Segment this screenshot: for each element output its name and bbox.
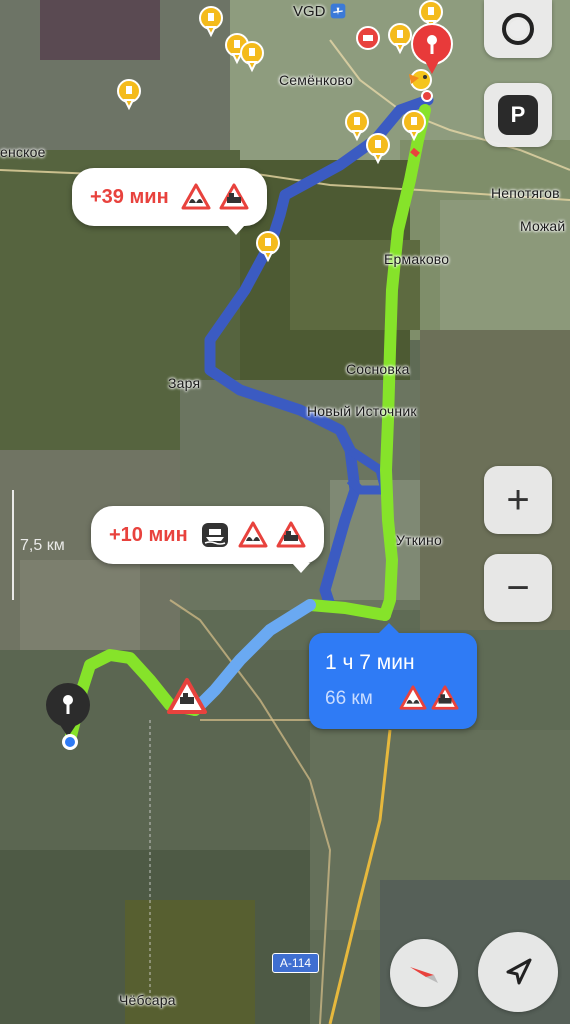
road-bump-warning-icon: [238, 521, 268, 548]
airplane-icon: [330, 3, 345, 19]
place-sosnovka: Сосновка: [346, 361, 410, 377]
place-chebsara: Чёбсара: [119, 992, 176, 1008]
airport-label: VGD: [287, 0, 352, 22]
layers-icon: [502, 13, 534, 45]
alt-route-bubble[interactable]: +10 мин: [91, 506, 324, 573]
place-semenkovo: Семёнково: [279, 72, 353, 88]
route-distance: 66 км: [325, 688, 373, 709]
alt-route-delay: +10 мин: [109, 523, 188, 546]
place-zarya: Заря: [168, 375, 201, 391]
road-bump-warning-icon: [399, 685, 427, 710]
zoom-in-label: +: [506, 478, 530, 522]
place-novy-istochnik: Новый Источник: [307, 403, 417, 419]
compass-button[interactable]: [390, 939, 458, 1007]
start-point-dot: [62, 734, 78, 750]
place-ermakovo: Ермаково: [384, 251, 450, 267]
place-enskoe: енское: [0, 144, 46, 160]
place-nepotyagovo: Непотягов: [491, 185, 560, 201]
layers-button[interactable]: [484, 0, 552, 58]
road-number-badge: А-114: [272, 953, 319, 973]
scale-bar: [12, 490, 14, 600]
zoom-in-button[interactable]: +: [484, 466, 552, 534]
scale-label: 7,5 км: [20, 537, 65, 554]
compass-icon: [410, 967, 438, 983]
location-arrow-icon: [506, 958, 532, 985]
ferry-icon: [201, 523, 228, 547]
parking-button[interactable]: P: [484, 83, 552, 147]
my-location-button[interactable]: [478, 932, 558, 1012]
alt-route-bubble[interactable]: +39 мин: [72, 168, 267, 235]
railway-crossing-warning-icon: [431, 685, 459, 710]
place-mozhay: Можай: [520, 218, 566, 234]
parking-icon: P: [498, 95, 538, 135]
road-bump-warning-icon: [181, 183, 211, 210]
railway-crossing-warning-icon: [276, 521, 306, 548]
place-utkino: Уткино: [396, 532, 442, 548]
route-duration: 1 ч 7 мин: [325, 651, 415, 674]
main-route-card[interactable]: 1 ч 7 мин 66 км: [309, 623, 477, 729]
zoom-out-label: −: [506, 566, 530, 610]
car-service-poi: [356, 26, 380, 50]
alt-route-delay: +39 мин: [90, 185, 169, 208]
railway-crossing-warning-icon: [219, 183, 249, 210]
zoom-out-button[interactable]: −: [484, 554, 552, 622]
